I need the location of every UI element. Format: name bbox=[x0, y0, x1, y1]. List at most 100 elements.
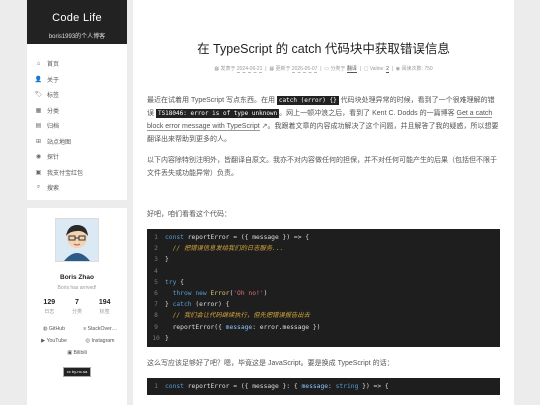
line-number: 10 bbox=[152, 334, 160, 342]
code-text: throw new Error('Oh no!') bbox=[165, 288, 268, 299]
stat-categories[interactable]: 7 分类 bbox=[72, 299, 82, 315]
comment-count-link[interactable]: 2 bbox=[386, 66, 389, 73]
sidebar-menu: ⌂ 首页 👤 关于 🏷 标签 ▦ 分类 ▤ 归档 ⊞ 站点地图 ◉ 探针 ▣ 我支付宝红包 ⌕ 搜索 bbox=[27, 44, 127, 196]
code-token: 'Oh no!' bbox=[233, 289, 264, 297]
code-token: } bbox=[165, 256, 169, 264]
social-bilibili[interactable]: ▣ Bilibili bbox=[27, 350, 127, 356]
code-line: 10} bbox=[147, 333, 500, 344]
sidebar-item-label: 归档 bbox=[47, 124, 60, 131]
code-text: try { bbox=[165, 277, 184, 288]
category-icon: ▦ bbox=[35, 107, 42, 114]
code-line: 4 bbox=[147, 266, 500, 277]
code-token: } bbox=[165, 301, 173, 309]
stat-posts[interactable]: 129 日志 bbox=[43, 299, 55, 315]
home-icon: ⌂ bbox=[36, 60, 41, 67]
tag-icon: 🏷 bbox=[34, 92, 43, 99]
site-brand[interactable]: Code Life boris1993的个人博客 bbox=[27, 0, 127, 44]
sidebar-item-7[interactable]: ▣ 我支付宝红包 bbox=[27, 165, 127, 181]
code-token: reportError = ({ message }: { bbox=[187, 382, 302, 390]
site-title[interactable]: Code Life bbox=[27, 0, 127, 24]
inline-code: catch (error) {} bbox=[276, 96, 339, 105]
code-token: { bbox=[176, 278, 184, 286]
code-token: : error.message }) bbox=[252, 323, 321, 331]
sidebar: Code Life boris1993的个人博客 ⌂ 首页 👤 关于 🏷 标签 ▦ 分类 ▤ 归档… bbox=[27, 0, 127, 405]
sidebar-item-1[interactable]: 👤 关于 bbox=[27, 72, 127, 88]
category-link[interactable]: 翻译 bbox=[346, 66, 357, 73]
social-github[interactable]: ◍ GitHub bbox=[31, 326, 77, 332]
code-token: (error) { bbox=[191, 301, 230, 309]
code-text: reportError({ message: error.message }) bbox=[165, 322, 321, 333]
line-number: 1 bbox=[154, 382, 158, 390]
code-token: catch bbox=[172, 301, 192, 309]
code-line: 1 const reportError = ({ message }) => { bbox=[147, 232, 500, 243]
paragraph-disclaimer: 以下内容除特别注明外，皆翻译自原文。我亦不对内容做任何的担保，并不对任何可能产生… bbox=[147, 157, 497, 177]
sidebar-item-2[interactable]: 🏷 标签 bbox=[27, 87, 127, 103]
paragraph-intro: 最近在试着用 TypeScript 写点东西。在用 catch (error) … bbox=[147, 96, 499, 143]
code-line: 8 // 我们会让代码继续执行，但先把错误报告出去 bbox=[147, 310, 500, 321]
code-text: const reportError = ({ message }) => { bbox=[165, 232, 309, 243]
line-number: 3 bbox=[154, 256, 158, 264]
sidebar-item-label: 关于 bbox=[47, 77, 60, 84]
sidebar-item-0[interactable]: ⌂ 首页 bbox=[27, 56, 127, 72]
post-main: 在 TypeScript 的 catch 代码块中获取错误信息 ▦ 发表于 20… bbox=[133, 0, 514, 405]
inline-code: TS18046: error is of type unknown bbox=[155, 109, 280, 118]
sidebar-item-4[interactable]: ▤ 归档 bbox=[27, 118, 127, 134]
site-subtitle: boris1993的个人博客 bbox=[48, 34, 106, 40]
code-block: 1 const reportError = ({ message }: { mes… bbox=[147, 377, 500, 396]
wechat-pay-icon: ▣ bbox=[35, 169, 42, 176]
sidebar-item-label: 探针 bbox=[47, 155, 60, 162]
code-line: 6 throw new Error('Oh no!') bbox=[147, 288, 500, 299]
sidebar-item-8[interactable]: ⌕ 搜索 bbox=[27, 180, 127, 196]
code-token: try bbox=[165, 278, 177, 286]
author-name: Boris Zhao bbox=[60, 274, 94, 281]
code-token: const bbox=[165, 382, 188, 390]
post-body: 最近在试着用 TypeScript 写点东西。在用 catch (error) … bbox=[133, 94, 514, 396]
rss-icon: ◉ bbox=[35, 154, 42, 161]
line-number: 7 bbox=[154, 301, 158, 309]
code-token: // 我们会让代码继续执行，但先把错误报告出去 bbox=[165, 312, 310, 320]
code-token: : bbox=[328, 382, 336, 390]
cc-license-badge[interactable]: cc by-nc-sa bbox=[63, 367, 91, 377]
stat-tags[interactable]: 194 标签 bbox=[99, 299, 111, 315]
sidebar-item-label: 标签 bbox=[47, 93, 60, 100]
sidebar-item-6[interactable]: ◉ 探针 bbox=[27, 149, 127, 165]
sidebar-item-label: 我支付宝红包 bbox=[47, 170, 84, 177]
line-number: 9 bbox=[154, 323, 158, 331]
sidebar-item-3[interactable]: ▦ 分类 bbox=[27, 103, 127, 119]
published-date: 2024-06-21 bbox=[236, 66, 263, 73]
code-text: } bbox=[165, 254, 169, 265]
social-stackoverflow[interactable]: ≡ StackOver… bbox=[77, 326, 123, 332]
view-count: 750 bbox=[424, 66, 433, 72]
code-line: 2 // 把错误信息发给我们的日志服务... bbox=[147, 243, 500, 254]
code-text: // 把错误信息发给我们的日志服务... bbox=[165, 243, 284, 254]
post-title: 在 TypeScript 的 catch 代码块中获取错误信息 bbox=[197, 42, 450, 56]
sidebar-item-5[interactable]: ⊞ 站点地图 bbox=[27, 134, 127, 150]
post-meta: ▦ 发表于 2024-06-21 | ▦ 更新于 2026-05-07 | ▭ … bbox=[214, 66, 433, 73]
sidebar-item-label: 搜索 bbox=[47, 186, 60, 193]
code-token: const bbox=[165, 234, 188, 241]
line-number: 1 bbox=[154, 234, 158, 241]
updated-date: 2026-05-07 bbox=[291, 66, 318, 73]
line-number: 8 bbox=[154, 312, 158, 320]
archive-icon: ▤ bbox=[35, 123, 42, 130]
line-number: 5 bbox=[154, 278, 158, 286]
code-text: // 我们会让代码继续执行，但先把错误报告出去 bbox=[165, 310, 310, 321]
external-link-icon: ↗ bbox=[259, 123, 268, 130]
line-number: 4 bbox=[154, 267, 158, 275]
author-stats: 129 日志 7 分类 194 标签 bbox=[35, 299, 119, 315]
code-token: ) bbox=[263, 289, 268, 297]
code-token: throw new bbox=[165, 289, 211, 297]
sidebar-item-label: 分类 bbox=[47, 108, 60, 115]
code-line: 9 reportError({ message: error.message }… bbox=[147, 322, 500, 333]
sitemap-icon: ⊞ bbox=[35, 138, 42, 145]
social-instagram[interactable]: ◎ Instagram bbox=[77, 338, 123, 344]
code-token: reportError({ bbox=[165, 323, 226, 331]
author-motto: Boris has arrived! bbox=[57, 285, 97, 291]
code-text: const reportError = ({ message }: { mess… bbox=[165, 381, 389, 392]
social-youtube[interactable]: ▶ YouTube bbox=[31, 338, 77, 344]
author-profile: Boris Zhao Boris has arrived! 129 日志 7 分类 … bbox=[27, 200, 127, 377]
code-token: reportError = ({ message }) => { bbox=[187, 234, 310, 241]
code-token: }) => { bbox=[358, 382, 389, 390]
code-text: } catch (error) { bbox=[165, 299, 229, 310]
code-line: 5 try { bbox=[147, 277, 500, 288]
